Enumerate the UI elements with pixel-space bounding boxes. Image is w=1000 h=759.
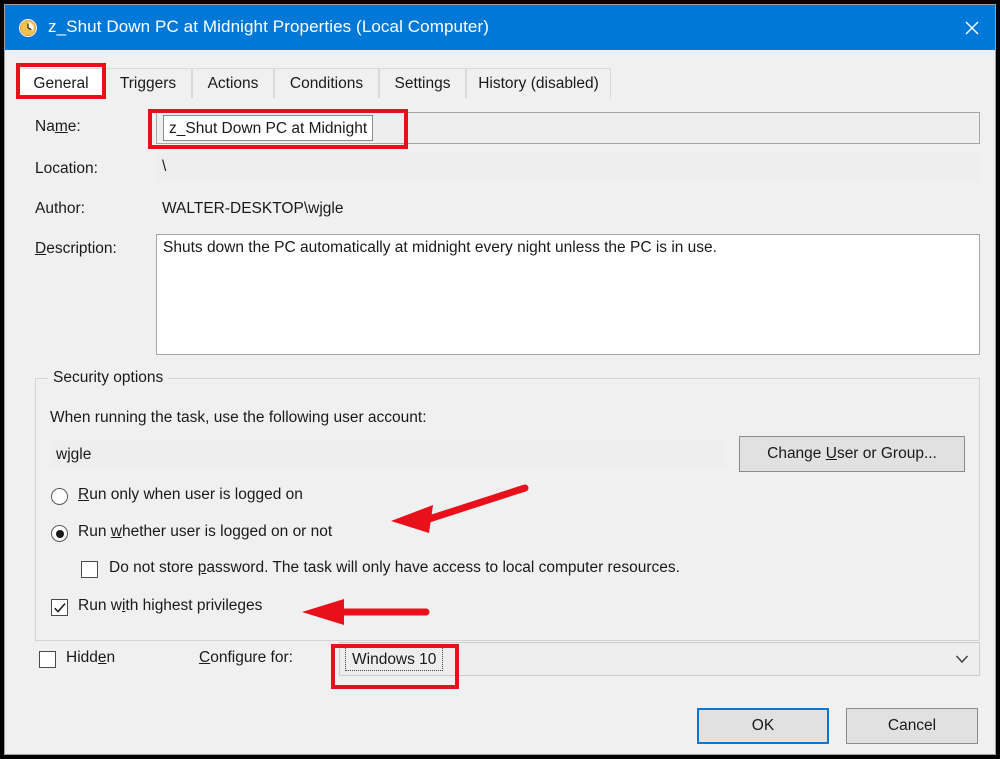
configure-for-value: Windows 10 bbox=[345, 647, 443, 671]
tab-general[interactable]: General bbox=[18, 68, 104, 99]
title-bar: z_Shut Down PC at Midnight Properties (L… bbox=[5, 5, 995, 50]
radio-run-only-logged-on-label: Run only when user is logged on bbox=[78, 486, 303, 504]
checkbox-hidden[interactable] bbox=[39, 651, 56, 668]
close-icon bbox=[964, 20, 980, 36]
name-input-value: z_Shut Down PC at Midnight bbox=[163, 115, 373, 141]
change-user-or-group-label: Change User or Group... bbox=[767, 445, 937, 463]
checkbox-hidden-label: Hidden bbox=[66, 649, 115, 667]
tab-label: History (disabled) bbox=[478, 75, 599, 93]
close-button[interactable] bbox=[949, 5, 995, 50]
tab-actions[interactable]: Actions bbox=[192, 68, 274, 99]
account-prompt: When running the task, use the following… bbox=[50, 409, 427, 427]
tab-strip: General Triggers Actions Conditions Sett… bbox=[18, 68, 984, 99]
account-value: wjgle bbox=[50, 440, 726, 469]
description-textarea[interactable]: Shuts down the PC automatically at midni… bbox=[156, 234, 980, 355]
checkbox-do-not-store-password-label: Do not store password. The task will onl… bbox=[109, 559, 680, 577]
tab-conditions[interactable]: Conditions bbox=[274, 68, 379, 99]
tab-triggers[interactable]: Triggers bbox=[104, 68, 192, 99]
security-options-title: Security options bbox=[48, 369, 168, 387]
ok-button[interactable]: OK bbox=[697, 708, 829, 744]
location-label: Location: bbox=[35, 160, 98, 178]
name-label: Name: bbox=[35, 118, 81, 136]
tab-settings[interactable]: Settings bbox=[379, 68, 466, 99]
tab-label: Conditions bbox=[290, 75, 363, 93]
clock-icon bbox=[18, 18, 38, 38]
change-user-or-group-button[interactable]: Change User or Group... bbox=[739, 436, 965, 472]
radio-run-whether-logged-on-label: Run whether user is logged on or not bbox=[78, 523, 332, 541]
location-value: \ bbox=[156, 153, 980, 181]
tab-history[interactable]: History (disabled) bbox=[466, 68, 611, 99]
description-label: Description: bbox=[35, 240, 117, 258]
tab-label: Settings bbox=[394, 75, 450, 93]
cancel-button-label: Cancel bbox=[888, 717, 936, 735]
task-properties-dialog: z_Shut Down PC at Midnight Properties (L… bbox=[4, 4, 996, 755]
radio-run-only-logged-on[interactable] bbox=[51, 488, 68, 505]
tab-label: Triggers bbox=[120, 75, 176, 93]
ok-button-label: OK bbox=[752, 717, 774, 735]
general-tab-panel: Name: z_Shut Down PC at Midnight Locatio… bbox=[18, 98, 984, 700]
checkbox-run-highest-privileges-label: Run with highest privileges bbox=[78, 597, 262, 615]
configure-for-dropdown[interactable]: Windows 10 bbox=[339, 642, 980, 676]
screenshot-root: z_Shut Down PC at Midnight Properties (L… bbox=[0, 0, 1000, 759]
tab-label: General bbox=[33, 75, 88, 93]
description-value: Shuts down the PC automatically at midni… bbox=[163, 239, 717, 256]
radio-run-whether-logged-on[interactable] bbox=[51, 525, 68, 542]
checkmark-icon bbox=[53, 601, 67, 615]
name-input[interactable]: z_Shut Down PC at Midnight bbox=[156, 112, 980, 144]
window-title: z_Shut Down PC at Midnight Properties (L… bbox=[48, 17, 489, 37]
cancel-button[interactable]: Cancel bbox=[846, 708, 978, 744]
tab-label: Actions bbox=[208, 75, 259, 93]
author-value: WALTER-DESKTOP\wjgle bbox=[162, 200, 343, 218]
checkbox-do-not-store-password[interactable] bbox=[81, 561, 98, 578]
chevron-down-icon[interactable] bbox=[946, 644, 978, 674]
author-label: Author: bbox=[35, 200, 85, 218]
checkbox-run-highest-privileges[interactable] bbox=[51, 599, 68, 616]
configure-for-label: Configure for: bbox=[199, 649, 293, 667]
